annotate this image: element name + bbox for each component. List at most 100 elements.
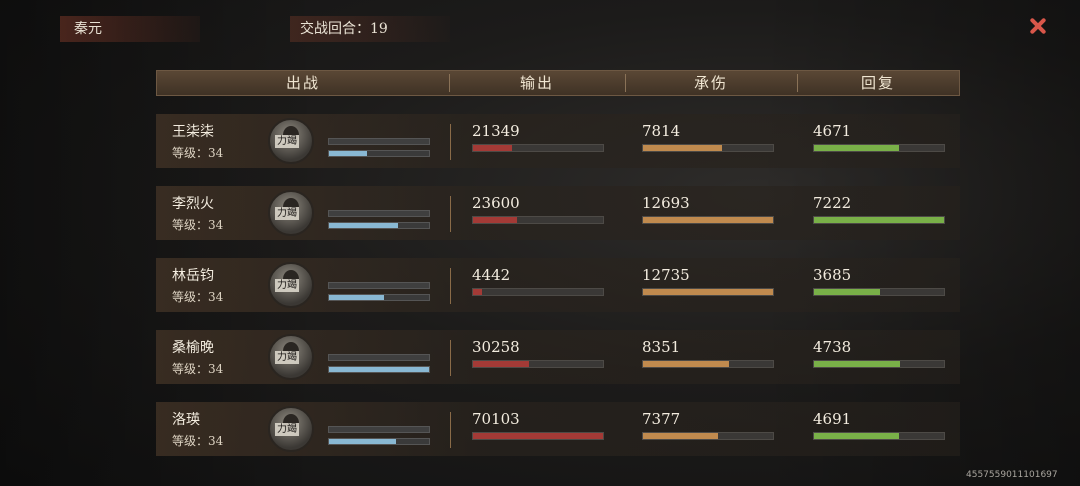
- hero-level: 等级：34: [172, 218, 224, 232]
- damage-taken-bar-fill: [643, 361, 729, 367]
- hero-hp-bar: [328, 210, 430, 217]
- hero-avatar[interactable]: 力竭: [268, 190, 314, 236]
- header-damage-taken[interactable]: 承伤: [625, 71, 797, 95]
- hero-name: 洛瑛: [172, 412, 200, 428]
- hero-avatar[interactable]: 力竭: [268, 334, 314, 380]
- damage-taken-value: 7814: [642, 122, 681, 140]
- damage-taken-bar: [642, 432, 774, 440]
- hero-level: 等级：34: [172, 146, 224, 160]
- output-bar: [472, 288, 604, 296]
- output-value: 4442: [472, 266, 511, 284]
- hero-row[interactable]: 林岳钧等级：34 力竭 4442 12735 3685: [156, 258, 960, 312]
- watermark-id: 4557559011101697: [966, 470, 1058, 480]
- exhausted-tag: 力竭: [275, 135, 299, 148]
- heal-bar-fill: [814, 361, 900, 367]
- damage-taken-value: 12693: [642, 194, 690, 212]
- hero-hp-bar: [328, 354, 430, 361]
- hero-avatar[interactable]: 力竭: [268, 406, 314, 452]
- heal-bar: [813, 432, 945, 440]
- damage-taken-bar-fill: [643, 145, 723, 151]
- hero-energy-fill: [329, 151, 367, 156]
- hero-energy-fill: [329, 295, 384, 300]
- exhausted-tag: 力竭: [275, 207, 299, 220]
- hero-level: 等级：34: [172, 434, 224, 448]
- hero-avatar[interactable]: 力竭: [268, 262, 314, 308]
- damage-taken-bar-fill: [643, 289, 773, 295]
- hero-name: 王柒柒: [172, 124, 214, 140]
- heal-value: 4738: [813, 338, 852, 356]
- output-bar: [472, 432, 604, 440]
- output-bar-fill: [473, 217, 518, 223]
- hero-name: 林岳钧: [172, 268, 214, 284]
- hero-energy-bar: [328, 222, 430, 229]
- damage-taken-bar-fill: [643, 217, 773, 223]
- damage-taken-bar: [642, 288, 774, 296]
- hero-row[interactable]: 王柒柒等级：34 力竭 21349 7814 4671: [156, 114, 960, 168]
- heal-bar: [813, 144, 945, 152]
- location-label: 秦元: [60, 16, 200, 42]
- hero-energy-bar: [328, 150, 430, 157]
- hero-hp-fill: [329, 139, 429, 144]
- hero-row[interactable]: 洛瑛等级：34 力竭 70103 7377 4691: [156, 402, 960, 456]
- stats-header: 出战 输出 承伤 回复: [156, 70, 960, 96]
- hero-name: 李烈火: [172, 196, 214, 212]
- output-bar: [472, 144, 604, 152]
- output-value: 70103: [472, 410, 520, 428]
- hero-row[interactable]: 李烈火等级：34 力竭 23600 12693 7222: [156, 186, 960, 240]
- hero-hp-fill: [329, 283, 429, 288]
- heal-value: 7222: [813, 194, 852, 212]
- hero-energy-fill: [329, 439, 396, 444]
- heal-bar: [813, 216, 945, 224]
- heal-value: 4671: [813, 122, 852, 140]
- heal-value: 3685: [813, 266, 852, 284]
- row-divider: [450, 196, 451, 232]
- damage-taken-value: 8351: [642, 338, 681, 356]
- row-divider: [450, 340, 451, 376]
- heal-bar-fill: [814, 145, 899, 151]
- heal-bar-fill: [814, 217, 944, 223]
- exhausted-tag: 力竭: [275, 423, 299, 436]
- exhausted-tag: 力竭: [275, 351, 299, 364]
- damage-taken-value: 12735: [642, 266, 690, 284]
- row-divider: [450, 412, 451, 448]
- hero-level: 等级：34: [172, 290, 224, 304]
- damage-taken-value: 7377: [642, 410, 681, 428]
- header-heal[interactable]: 回复: [797, 71, 959, 95]
- output-bar-fill: [473, 289, 483, 295]
- hero-row[interactable]: 桑榆晚等级：34 力竭 30258 8351 4738: [156, 330, 960, 384]
- hero-hp-bar: [328, 282, 430, 289]
- hero-energy-bar: [328, 294, 430, 301]
- hero-energy-fill: [329, 223, 398, 228]
- hero-hp-fill: [329, 355, 429, 360]
- hero-avatar[interactable]: 力竭: [268, 118, 314, 164]
- row-divider: [450, 124, 451, 160]
- round-counter: 交战回合：19: [290, 16, 450, 42]
- output-bar: [472, 360, 604, 368]
- damage-taken-bar: [642, 360, 774, 368]
- hero-level: 等级：34: [172, 362, 224, 376]
- exhausted-tag: 力竭: [275, 279, 299, 292]
- hero-energy-fill: [329, 367, 429, 372]
- heal-bar: [813, 360, 945, 368]
- output-value: 23600: [472, 194, 520, 212]
- header-output[interactable]: 输出: [449, 71, 625, 95]
- heal-bar: [813, 288, 945, 296]
- hero-energy-bar: [328, 366, 430, 373]
- hero-hp-fill: [329, 427, 429, 432]
- damage-taken-bar: [642, 216, 774, 224]
- hero-energy-bar: [328, 438, 430, 445]
- heal-bar-fill: [814, 289, 881, 295]
- hero-hp-bar: [328, 138, 430, 145]
- header-sortie[interactable]: 出战: [157, 71, 449, 95]
- heal-bar-fill: [814, 433, 899, 439]
- output-value: 21349: [472, 122, 520, 140]
- output-bar-fill: [473, 433, 603, 439]
- hero-hp-bar: [328, 426, 430, 433]
- output-value: 30258: [472, 338, 520, 356]
- damage-taken-bar: [642, 144, 774, 152]
- heal-value: 4691: [813, 410, 852, 428]
- output-bar-fill: [473, 145, 512, 151]
- damage-taken-bar-fill: [643, 433, 719, 439]
- hero-name: 桑榆晚: [172, 340, 214, 356]
- close-icon[interactable]: [1026, 14, 1050, 38]
